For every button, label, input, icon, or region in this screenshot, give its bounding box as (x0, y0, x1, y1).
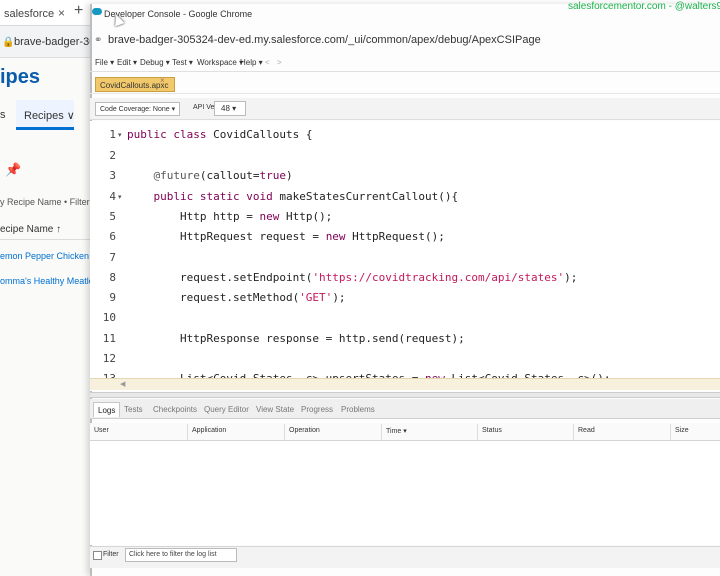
log-filter-input[interactable]: Click here to filter the log list (125, 548, 237, 562)
tab-recipes[interactable]: Recipes ∨ (16, 100, 75, 130)
tab-view-state[interactable]: View State (252, 402, 298, 417)
menu-test[interactable]: Test ▾ (172, 58, 193, 67)
tab-progress[interactable]: Progress (297, 402, 337, 417)
fold-toggle-icon[interactable]: ▾ (118, 193, 122, 201)
code-coverage-select[interactable]: Code Coverage: None ▾ (95, 102, 181, 116)
menu-file[interactable]: File ▾ (95, 58, 114, 67)
column-header-read[interactable]: Read (578, 427, 595, 434)
line-number: 3 (109, 169, 116, 182)
pin-icon[interactable]: 📌 (5, 162, 21, 178)
app-title: ipes (0, 66, 41, 88)
site-info-icon[interactable]: ⚭ (94, 35, 102, 46)
scroll-left-icon[interactable]: ◀ (120, 380, 125, 388)
browser-tab-title: salesforce (4, 8, 55, 20)
column-header-user[interactable]: User (94, 427, 109, 434)
line-number: 12 (102, 352, 116, 365)
line-number: 4 (109, 190, 116, 203)
line-number: 8 (109, 271, 116, 284)
filter-label: Filter (103, 551, 119, 558)
close-tab-icon[interactable]: × (160, 76, 165, 85)
watermark-text: salesforcementor.com - @walters954 (568, 1, 720, 12)
line-number: 7 (109, 251, 116, 264)
code-line: @future(callout=true) (153, 169, 293, 182)
tab-tests[interactable]: Tests (120, 402, 147, 417)
column-divider (284, 424, 285, 440)
code-line: public static void makeStatesCurrentCall… (153, 190, 459, 203)
menu-debug[interactable]: Debug ▾ (140, 58, 170, 67)
line-number: 5 (109, 210, 116, 223)
file-tab-strip (90, 74, 720, 94)
menu-edit[interactable]: Edit ▾ (117, 58, 137, 67)
forward-arrow-icon[interactable]: > (277, 58, 282, 67)
filter-checkbox[interactable] (93, 551, 102, 560)
menu-help[interactable]: Help ▾ (240, 58, 263, 67)
salesforce-cloud-icon (92, 8, 102, 15)
log-list[interactable] (90, 441, 720, 545)
tab-checkpoints[interactable]: Checkpoints (149, 402, 201, 417)
address-bar[interactable]: brave-badger-305324-dev-ed.my.salesforce… (108, 34, 541, 46)
list-item-link[interactable]: emon Pepper Chicken (0, 251, 90, 261)
column-header-recipe-name[interactable]: ecipe Name ↑ (0, 218, 90, 240)
menu-workspace[interactable]: Workspace ▾ (197, 58, 243, 67)
back-arrow-icon[interactable]: < (265, 58, 270, 67)
line-number: 2 (109, 149, 116, 162)
close-tab-icon[interactable]: × (58, 6, 65, 20)
tab-problems[interactable]: Problems (337, 402, 379, 417)
code-line: HttpRequest request = new HttpRequest(); (127, 230, 445, 243)
code-line: request.setEndpoint('https://covidtracki… (127, 271, 578, 284)
new-tab-icon[interactable]: + (74, 2, 83, 20)
api-version-select[interactable]: 48 ▾ (214, 101, 246, 116)
editor-toolbar (90, 98, 720, 120)
nav-item[interactable]: s (0, 109, 6, 121)
code-line: request.setMethod('GET'); (127, 291, 346, 304)
code-line: public class CovidCallouts { (127, 128, 313, 141)
code-editor[interactable]: 1 2 3 4 5 6 7 8 9 10 11 12 13 ▾ ▾ public… (90, 121, 720, 391)
tab-logs[interactable]: Logs (93, 402, 121, 417)
salesforce-app-area (0, 58, 90, 576)
list-item-link[interactable]: omma's Healthy Meatloaf (0, 276, 101, 286)
editor-horizontal-scrollbar[interactable] (90, 378, 720, 390)
code-line: HttpResponse response = http.send(reques… (127, 332, 465, 345)
column-header-application[interactable]: Application (192, 427, 226, 434)
line-number: 10 (102, 311, 116, 324)
address-bar[interactable]: brave-badger-305 (14, 36, 101, 48)
panel-splitter[interactable] (90, 392, 720, 398)
code-line: Http http = new Http(); (127, 210, 333, 223)
column-divider (381, 424, 382, 440)
column-divider (187, 424, 188, 440)
column-divider (573, 424, 574, 440)
column-header-size[interactable]: Size (675, 427, 689, 434)
fold-toggle-icon[interactable]: ▾ (118, 131, 122, 139)
line-number: 11 (102, 332, 116, 345)
tab-query-editor[interactable]: Query Editor (200, 402, 253, 417)
column-header-operation[interactable]: Operation (289, 427, 320, 434)
column-divider (477, 424, 478, 440)
line-number: 6 (109, 230, 116, 243)
line-number: 9 (109, 291, 116, 304)
column-header-time[interactable]: Time ▾ (386, 427, 407, 435)
column-divider (670, 424, 671, 440)
window-title: Developer Console - Google Chrome (104, 9, 253, 19)
line-number: 1 (109, 128, 116, 141)
lock-icon: 🔒 (2, 37, 15, 48)
column-header-status[interactable]: Status (482, 427, 502, 434)
